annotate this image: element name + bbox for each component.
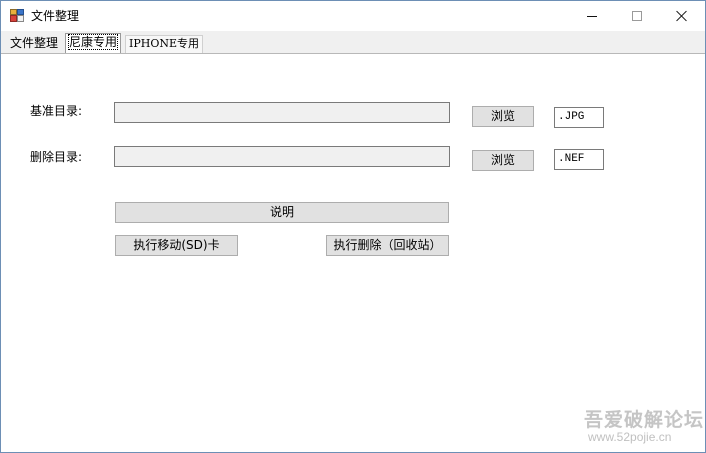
- app-window: 文件整理 文件整理 尼康专用 IPHONE专用 基准目录: 浏览 .JPG 删除…: [0, 0, 706, 453]
- tab-strip: 文件整理 尼康专用 IPHONE专用: [1, 31, 705, 53]
- tab-label: IPHONE专用: [129, 37, 200, 50]
- base-dir-input[interactable]: [114, 102, 450, 123]
- help-button[interactable]: 说明: [115, 202, 449, 223]
- tab-label: 尼康专用: [67, 34, 119, 50]
- app-form-icon: [10, 9, 24, 22]
- maximize-icon: [632, 11, 642, 21]
- delete-recycle-button[interactable]: 执行删除（回收站）: [326, 235, 449, 256]
- close-icon: [676, 10, 688, 22]
- close-button[interactable]: [659, 1, 705, 31]
- watermark-text: 吾爱破解论坛: [584, 409, 705, 431]
- title-bar[interactable]: 文件整理: [1, 1, 705, 31]
- browse-delete-button[interactable]: 浏览: [472, 150, 534, 171]
- ext-jpg-field[interactable]: .JPG: [554, 107, 604, 128]
- delete-dir-label: 删除目录:: [30, 150, 83, 164]
- minimize-icon: [587, 15, 597, 17]
- base-dir-label: 基准目录:: [30, 104, 83, 118]
- browse-base-button[interactable]: 浏览: [472, 106, 534, 127]
- tab-label: 文件整理: [10, 36, 59, 50]
- tab-nikon[interactable]: 尼康专用: [65, 33, 122, 53]
- tab-iphone[interactable]: IPHONE专用: [125, 35, 204, 53]
- minimize-button[interactable]: [569, 1, 615, 31]
- delete-dir-input[interactable]: [114, 146, 450, 167]
- move-sd-button[interactable]: 执行移动(SD)卡: [115, 235, 238, 256]
- window-title: 文件整理: [31, 9, 80, 23]
- ext-nef-field[interactable]: .NEF: [554, 149, 604, 170]
- watermark-url: www.52pojie.cn: [588, 430, 672, 444]
- tab-file-organize[interactable]: 文件整理: [7, 35, 61, 53]
- maximize-button[interactable]: [614, 1, 660, 31]
